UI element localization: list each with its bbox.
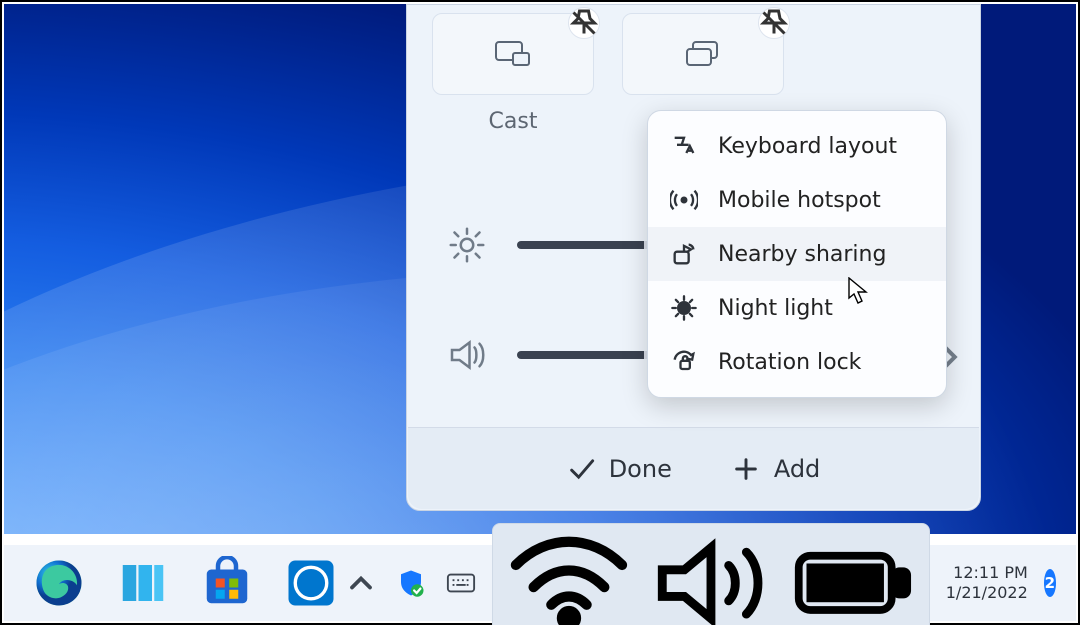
notification-badge[interactable]: 2 bbox=[1044, 569, 1056, 597]
unpin-icon[interactable] bbox=[568, 7, 600, 39]
menu-item-label: Nearby sharing bbox=[718, 242, 886, 267]
cast-tile-label: Cast bbox=[432, 109, 594, 134]
keyboard-layout-icon bbox=[670, 132, 698, 160]
wifi-icon bbox=[507, 534, 631, 625]
menu-item-keyboard-layout[interactable]: Keyboard layout bbox=[648, 119, 946, 173]
taskbar-clock[interactable]: 12:11 PM 1/21/2022 bbox=[938, 561, 1036, 605]
speaker-icon bbox=[649, 530, 773, 625]
clock-time: 12:11 PM bbox=[946, 563, 1028, 583]
add-menu: Keyboard layout Mobile hotspot Nearby sh… bbox=[647, 110, 947, 398]
menu-item-label: Rotation lock bbox=[718, 350, 861, 375]
add-label: Add bbox=[774, 455, 820, 483]
menu-item-label: Mobile hotspot bbox=[718, 188, 881, 213]
cast-icon bbox=[495, 41, 531, 67]
clock-date: 1/21/2022 bbox=[946, 583, 1028, 603]
hotspot-icon bbox=[670, 186, 698, 214]
menu-item-night-light[interactable]: Night light bbox=[648, 281, 946, 335]
taskbar-app-edge[interactable] bbox=[32, 556, 86, 610]
tray-overflow-button[interactable] bbox=[346, 568, 376, 598]
nearby-sharing-icon bbox=[670, 240, 698, 268]
menu-item-mobile-hotspot[interactable]: Mobile hotspot bbox=[648, 173, 946, 227]
battery-icon bbox=[791, 548, 915, 618]
done-label: Done bbox=[609, 455, 672, 483]
done-button[interactable]: Done bbox=[567, 455, 672, 483]
menu-item-rotation-lock[interactable]: Rotation lock bbox=[648, 335, 946, 389]
menu-item-label: Keyboard layout bbox=[718, 134, 897, 159]
unpin-icon[interactable] bbox=[758, 7, 790, 39]
touch-keyboard-button[interactable] bbox=[446, 568, 476, 598]
night-light-icon bbox=[670, 294, 698, 322]
rotation-lock-icon bbox=[670, 348, 698, 376]
taskbar: 12:11 PM 1/21/2022 2 bbox=[4, 545, 1076, 621]
notification-count: 2 bbox=[1045, 574, 1055, 592]
security-icon[interactable] bbox=[396, 568, 426, 598]
taskbar-app-dell[interactable] bbox=[284, 556, 338, 610]
add-button[interactable]: Add bbox=[732, 455, 820, 483]
network-volume-battery-button[interactable] bbox=[492, 523, 930, 625]
volume-icon bbox=[447, 335, 487, 375]
check-icon bbox=[567, 455, 595, 483]
taskbar-app-files[interactable] bbox=[116, 556, 170, 610]
project-icon bbox=[685, 41, 721, 67]
brightness-icon bbox=[447, 225, 487, 265]
menu-item-nearby-sharing[interactable]: Nearby sharing bbox=[648, 227, 946, 281]
taskbar-app-store[interactable] bbox=[200, 556, 254, 610]
plus-icon bbox=[732, 455, 760, 483]
menu-item-label: Night light bbox=[718, 296, 833, 321]
screenshot-frame: Cast Project bbox=[0, 0, 1080, 625]
